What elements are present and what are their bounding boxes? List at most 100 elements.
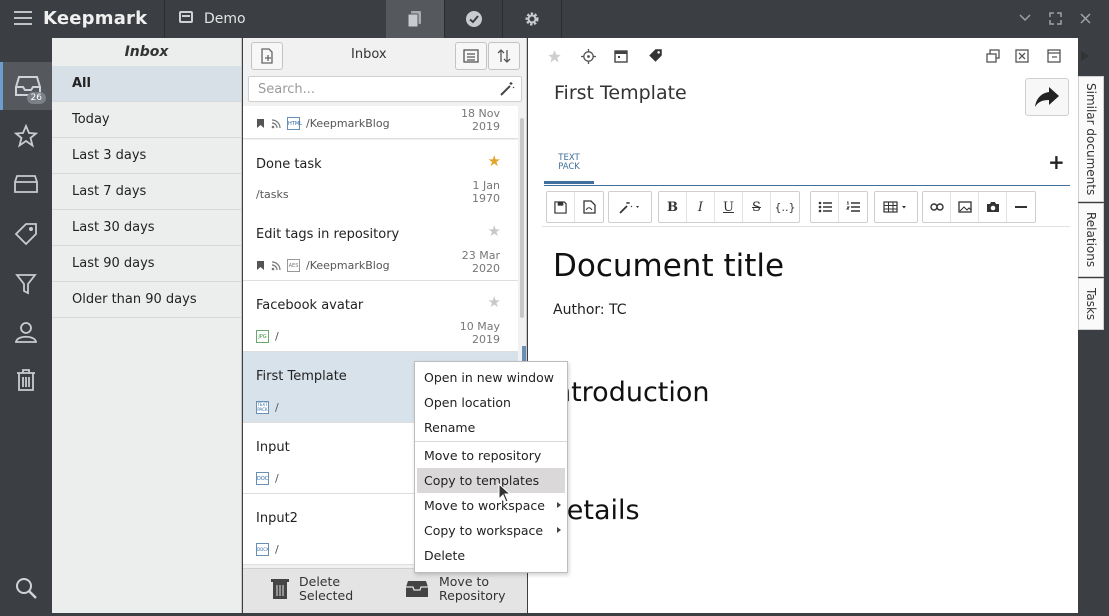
menu-delete[interactable]: Delete <box>417 543 565 568</box>
editor-toolbar <box>528 38 1089 74</box>
add-tab-icon[interactable]: + <box>1048 150 1065 174</box>
insert-image-button[interactable] <box>951 192 979 222</box>
play-icon[interactable] <box>1080 50 1090 62</box>
rss-icon <box>271 118 281 128</box>
workspace-name[interactable]: Demo <box>204 11 246 27</box>
nav-users[interactable] <box>0 308 52 356</box>
tasks-tab[interactable] <box>445 0 503 38</box>
maximize-icon[interactable] <box>1049 12 1062 25</box>
menu-copy-to-workspace[interactable]: Copy to workspace <box>417 518 565 543</box>
text-pack-icon: TEXT PACK <box>558 153 580 172</box>
filter-all[interactable]: All <box>52 66 241 102</box>
search-icon <box>16 578 37 599</box>
list-item[interactable]: Facebook avatar ★ 10 May 2019 JPG / <box>243 281 518 352</box>
tab-tasks[interactable]: Tasks <box>1078 278 1104 330</box>
underline-button[interactable]: U <box>715 192 743 222</box>
menu-open-in-new-window[interactable]: Open in new window <box>417 365 565 390</box>
numbered-list-button[interactable] <box>839 192 867 222</box>
star-icon <box>14 124 38 148</box>
share-arrow-icon <box>1035 87 1059 107</box>
new-document-button[interactable] <box>251 42 283 70</box>
save-button[interactable] <box>547 192 575 222</box>
filter-today[interactable]: Today <box>52 102 241 138</box>
properties-icon[interactable] <box>1047 49 1061 63</box>
document-editor: First Template TEXTPACK + B I U S {..} <box>528 38 1089 613</box>
close-document-icon[interactable] <box>1015 49 1029 63</box>
menu-copy-to-templates[interactable]: Copy to templates <box>417 468 565 493</box>
tab-relations[interactable]: Relations <box>1078 203 1104 277</box>
hamburger-menu-icon[interactable] <box>14 11 32 27</box>
tags-icon[interactable] <box>648 48 663 63</box>
user-icon <box>15 322 37 343</box>
strikethrough-button[interactable]: S <box>743 192 771 222</box>
star-icon[interactable] <box>547 49 562 64</box>
menu-move-to-repository[interactable]: Move to repository <box>417 443 565 468</box>
filter-older-than-90-days[interactable]: Older than 90 days <box>52 282 241 318</box>
list-scrollbar[interactable] <box>520 118 524 318</box>
favorite-star-icon[interactable]: ★ <box>488 222 501 240</box>
target-icon[interactable] <box>581 49 596 64</box>
nav-trash[interactable] <box>0 356 52 404</box>
nav-favorites[interactable] <box>0 112 52 160</box>
document-content[interactable]: Document title Author: TC <box>553 248 784 318</box>
insert-photo-button[interactable] <box>979 192 1007 222</box>
filter-last-7-days[interactable]: Last 7 days <box>52 174 241 210</box>
item-title: Facebook avatar <box>256 298 364 313</box>
filter-last-90-days[interactable]: Last 90 days <box>52 246 241 282</box>
move-to-repository-button[interactable]: Move to Repository <box>405 575 505 603</box>
tab-tasks-label: Tasks <box>1084 287 1098 321</box>
italic-button[interactable]: I <box>687 192 715 222</box>
documents-icon <box>407 11 421 28</box>
tab-text-pack[interactable]: TEXT PACK <box>544 144 594 184</box>
settings-tab[interactable] <box>503 0 561 38</box>
export-pdf-button[interactable] <box>575 192 603 222</box>
magic-dropdown-button[interactable] <box>609 192 651 222</box>
nav-inbox[interactable]: 26 <box>0 62 52 110</box>
nav-search[interactable] <box>0 564 52 612</box>
view-mode-button[interactable] <box>455 42 487 70</box>
calendar-icon[interactable] <box>614 49 628 63</box>
insert-link-button[interactable] <box>923 192 951 222</box>
list-item[interactable]: Edit tags in repository ★ 23 Mar 2020 AES… <box>243 210 518 281</box>
item-title: First Template <box>256 369 347 384</box>
gear-icon <box>525 12 539 26</box>
table-dropdown-button[interactable] <box>875 192 917 222</box>
tab-similar-documents[interactable]: Similar documents <box>1078 76 1104 202</box>
filter-last-30-days[interactable]: Last 30 days <box>52 210 241 246</box>
filter-last-3-days[interactable]: Last 3 days <box>52 138 241 174</box>
magic-wand-dropdown-icon <box>619 202 639 214</box>
close-icon[interactable] <box>1080 13 1091 24</box>
mouse-cursor-icon <box>498 483 512 503</box>
list-item[interactable]: Done task ★ 1 Jan 1970 /tasks <box>243 140 518 211</box>
code-button[interactable]: {..} <box>771 192 799 222</box>
bullet-list-button[interactable] <box>811 192 839 222</box>
favorite-star-icon[interactable]: ★ <box>488 293 501 311</box>
nav-tags[interactable] <box>0 210 52 258</box>
list-item[interactable]: 18 Nov 2019 HTML /KeepmarkBlog <box>243 106 518 139</box>
bold-button[interactable]: B <box>659 192 687 222</box>
menu-open-location[interactable]: Open location <box>417 390 565 415</box>
horizontal-rule-button[interactable] <box>1007 192 1035 222</box>
search-input[interactable] <box>249 77 479 101</box>
title-bar: Keepmark Demo <box>0 0 1109 38</box>
menu-rename[interactable]: Rename <box>417 415 565 440</box>
menu-move-to-workspace[interactable]: Move to workspace <box>417 493 565 518</box>
sort-button[interactable] <box>488 42 520 70</box>
magic-wand-icon[interactable] <box>499 81 515 97</box>
documents-tab[interactable] <box>386 0 444 38</box>
favorite-star-icon[interactable]: ★ <box>488 152 501 170</box>
rss-icon <box>271 260 281 270</box>
tab-underline <box>544 185 1070 186</box>
search-box <box>248 76 522 102</box>
filter-panel-title: Inbox <box>124 44 169 60</box>
minimize-icon[interactable] <box>1019 14 1031 22</box>
share-button[interactable] <box>1025 78 1069 116</box>
link-icon <box>929 203 944 211</box>
open-window-icon[interactable] <box>986 49 1000 63</box>
delete-selected-button[interactable]: Delete Selected <box>271 575 353 603</box>
document-list-title: Inbox <box>351 47 387 62</box>
document-title[interactable]: First Template <box>554 82 687 104</box>
nav-repository[interactable] <box>0 160 52 208</box>
delete-label-line2: Selected <box>299 588 354 603</box>
nav-filters[interactable] <box>0 260 52 308</box>
